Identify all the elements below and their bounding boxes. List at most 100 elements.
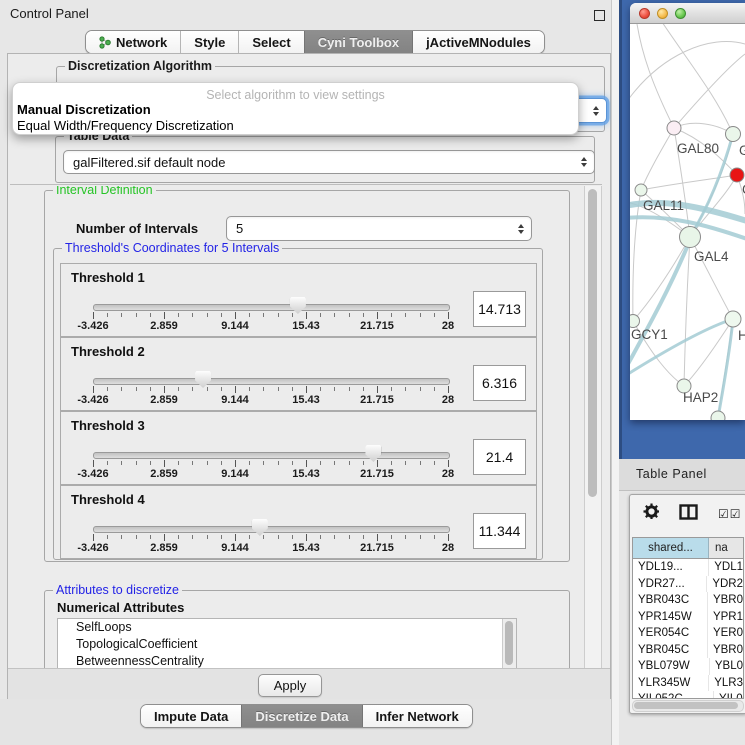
- tab-impute-data[interactable]: Impute Data: [141, 705, 241, 727]
- attribute-list-item[interactable]: SelfLoops: [58, 619, 516, 636]
- minimize-traffic-light-icon[interactable]: [657, 8, 668, 19]
- table-row[interactable]: YBR045CYBR0: [633, 642, 743, 659]
- tick-mark: [405, 461, 406, 465]
- table-row[interactable]: YBR043CYBR0: [633, 592, 743, 609]
- network-edge[interactable]: [641, 128, 674, 190]
- tick-mark: [292, 461, 293, 465]
- threshold-value-field[interactable]: 21.4: [473, 439, 526, 475]
- table-row[interactable]: YLR345WYLR3: [633, 675, 743, 692]
- node-label: HAP2: [683, 390, 718, 405]
- list-scrollbar[interactable]: [502, 619, 516, 668]
- tick-label: -3.426: [77, 468, 108, 480]
- node-attribute-table[interactable]: shared... na YDL19...YDL1YDR27...YDR2YBR…: [632, 537, 744, 699]
- algorithm-option[interactable]: Equal Width/Frequency Discretization: [17, 118, 234, 133]
- table-row[interactable]: YPR145WYPR1: [633, 609, 743, 626]
- algorithm-option[interactable]: Manual Discretization: [17, 102, 151, 117]
- network-node[interactable]: [667, 121, 681, 135]
- table-row[interactable]: YDR27...YDR2: [633, 576, 743, 593]
- zoom-traffic-light-icon[interactable]: [675, 8, 686, 19]
- network-node[interactable]: [725, 311, 741, 327]
- tick-mark: [434, 535, 435, 539]
- tab-discretize-data[interactable]: Discretize Data: [241, 705, 361, 727]
- table-data-combobox[interactable]: galFiltered.sif default node: [63, 150, 595, 174]
- tab-style[interactable]: Style: [180, 31, 238, 53]
- table-panel-area: ☑☑ shared... na YDL19...YDL1YDR27...YDR2…: [619, 491, 745, 745]
- column-header-name[interactable]: na: [709, 538, 743, 558]
- attribute-list-item[interactable]: TopologicalCoefficient: [58, 636, 516, 653]
- threshold-value-field[interactable]: 11.344: [473, 513, 526, 549]
- attribute-list-item[interactable]: BetweennessCentrality: [58, 653, 516, 668]
- network-edge-highlighted[interactable]: [630, 240, 690, 364]
- tick-mark: [192, 461, 193, 465]
- numerical-attributes-list[interactable]: SelfLoopsTopologicalCoefficientBetweenne…: [57, 618, 517, 668]
- tick-mark: [334, 535, 335, 539]
- table-row[interactable]: YBL079WYBL0: [633, 658, 743, 675]
- slider-ticks: [93, 534, 448, 542]
- apply-button[interactable]: Apply: [258, 674, 322, 697]
- float-window-icon[interactable]: [594, 10, 605, 21]
- threshold-panel: Threshold 1-3.4262.8599.14415.4321.71528…: [60, 263, 537, 337]
- threshold-label: Threshold 2: [71, 344, 145, 359]
- threshold-label: Threshold 4: [71, 492, 145, 507]
- tick-mark: [136, 461, 137, 465]
- combo-stepper-icon: [518, 224, 524, 234]
- network-edge[interactable]: [641, 175, 737, 190]
- network-edge[interactable]: [633, 190, 641, 321]
- network-edge[interactable]: [630, 42, 745, 105]
- tick-mark: [363, 313, 364, 317]
- table-row[interactable]: YER054CYER0: [633, 625, 743, 642]
- column-header-shared-name[interactable]: shared...: [633, 538, 709, 558]
- network-edge[interactable]: [660, 24, 733, 134]
- number-of-intervals-combobox[interactable]: 5: [226, 216, 532, 241]
- table-row[interactable]: YDL19...YDL1: [633, 559, 743, 576]
- tick-mark: [292, 535, 293, 539]
- tick-mark: [434, 461, 435, 465]
- screenshot-root: Control Panel NetworkStyleSelectCyni Too…: [0, 0, 745, 745]
- tab-network[interactable]: Network: [86, 31, 180, 53]
- network-node[interactable]: [680, 227, 701, 248]
- select-columns-checkboxes-icon[interactable]: ☑☑: [718, 507, 742, 521]
- slider-track[interactable]: [93, 452, 450, 459]
- threshold-panel: Threshold 4-3.4262.8599.14415.4321.71528…: [60, 485, 537, 559]
- tick-mark: [377, 386, 378, 393]
- scrollbar-thumb[interactable]: [634, 702, 738, 709]
- slider-track[interactable]: [93, 526, 450, 533]
- network-canvas[interactable]: GAL80GACGAL11GAL4GCY1HHAP2: [630, 24, 745, 420]
- tick-mark: [349, 461, 350, 465]
- tick-label: -3.426: [77, 542, 108, 554]
- network-node[interactable]: [630, 315, 640, 328]
- slider-track[interactable]: [93, 304, 450, 311]
- network-edge[interactable]: [633, 237, 690, 321]
- tick-mark: [136, 535, 137, 539]
- scrollbar-thumb[interactable]: [588, 189, 597, 497]
- tab-label: Infer Network: [376, 709, 459, 724]
- network-node[interactable]: [730, 168, 744, 182]
- tick-mark: [391, 461, 392, 465]
- tab-jactivemnodules[interactable]: jActiveMNodules: [412, 31, 544, 53]
- network-node[interactable]: [726, 127, 741, 142]
- network-node[interactable]: [711, 411, 725, 420]
- tick-mark: [434, 387, 435, 391]
- threshold-value-field[interactable]: 6.316: [473, 365, 526, 401]
- tab-cyni-toolbox[interactable]: Cyni Toolbox: [304, 31, 412, 53]
- network-window-titlebar[interactable]: [630, 3, 745, 24]
- close-traffic-light-icon[interactable]: [639, 8, 650, 19]
- tab-infer-network[interactable]: Infer Network: [362, 705, 472, 727]
- tab-select[interactable]: Select: [238, 31, 303, 53]
- network-edge[interactable]: [684, 237, 690, 386]
- network-node[interactable]: [635, 184, 647, 196]
- tick-mark: [405, 313, 406, 317]
- gear-icon[interactable]: [643, 503, 660, 520]
- network-edge[interactable]: [637, 24, 674, 128]
- threshold-label: Threshold 1: [71, 270, 145, 285]
- tick-label: 21.715: [360, 542, 394, 554]
- threshold-value-field[interactable]: 14.713: [473, 291, 526, 327]
- columns-icon[interactable]: [679, 504, 698, 520]
- slider-track[interactable]: [93, 378, 450, 385]
- tick-mark: [334, 387, 335, 391]
- network-edge-highlighted[interactable]: [718, 319, 733, 418]
- settings-scrollbar[interactable]: [584, 186, 602, 668]
- tick-mark: [249, 313, 250, 317]
- table-row[interactable]: YIL052CYIL0: [633, 691, 743, 699]
- table-horizontal-scrollbar[interactable]: [632, 700, 744, 712]
